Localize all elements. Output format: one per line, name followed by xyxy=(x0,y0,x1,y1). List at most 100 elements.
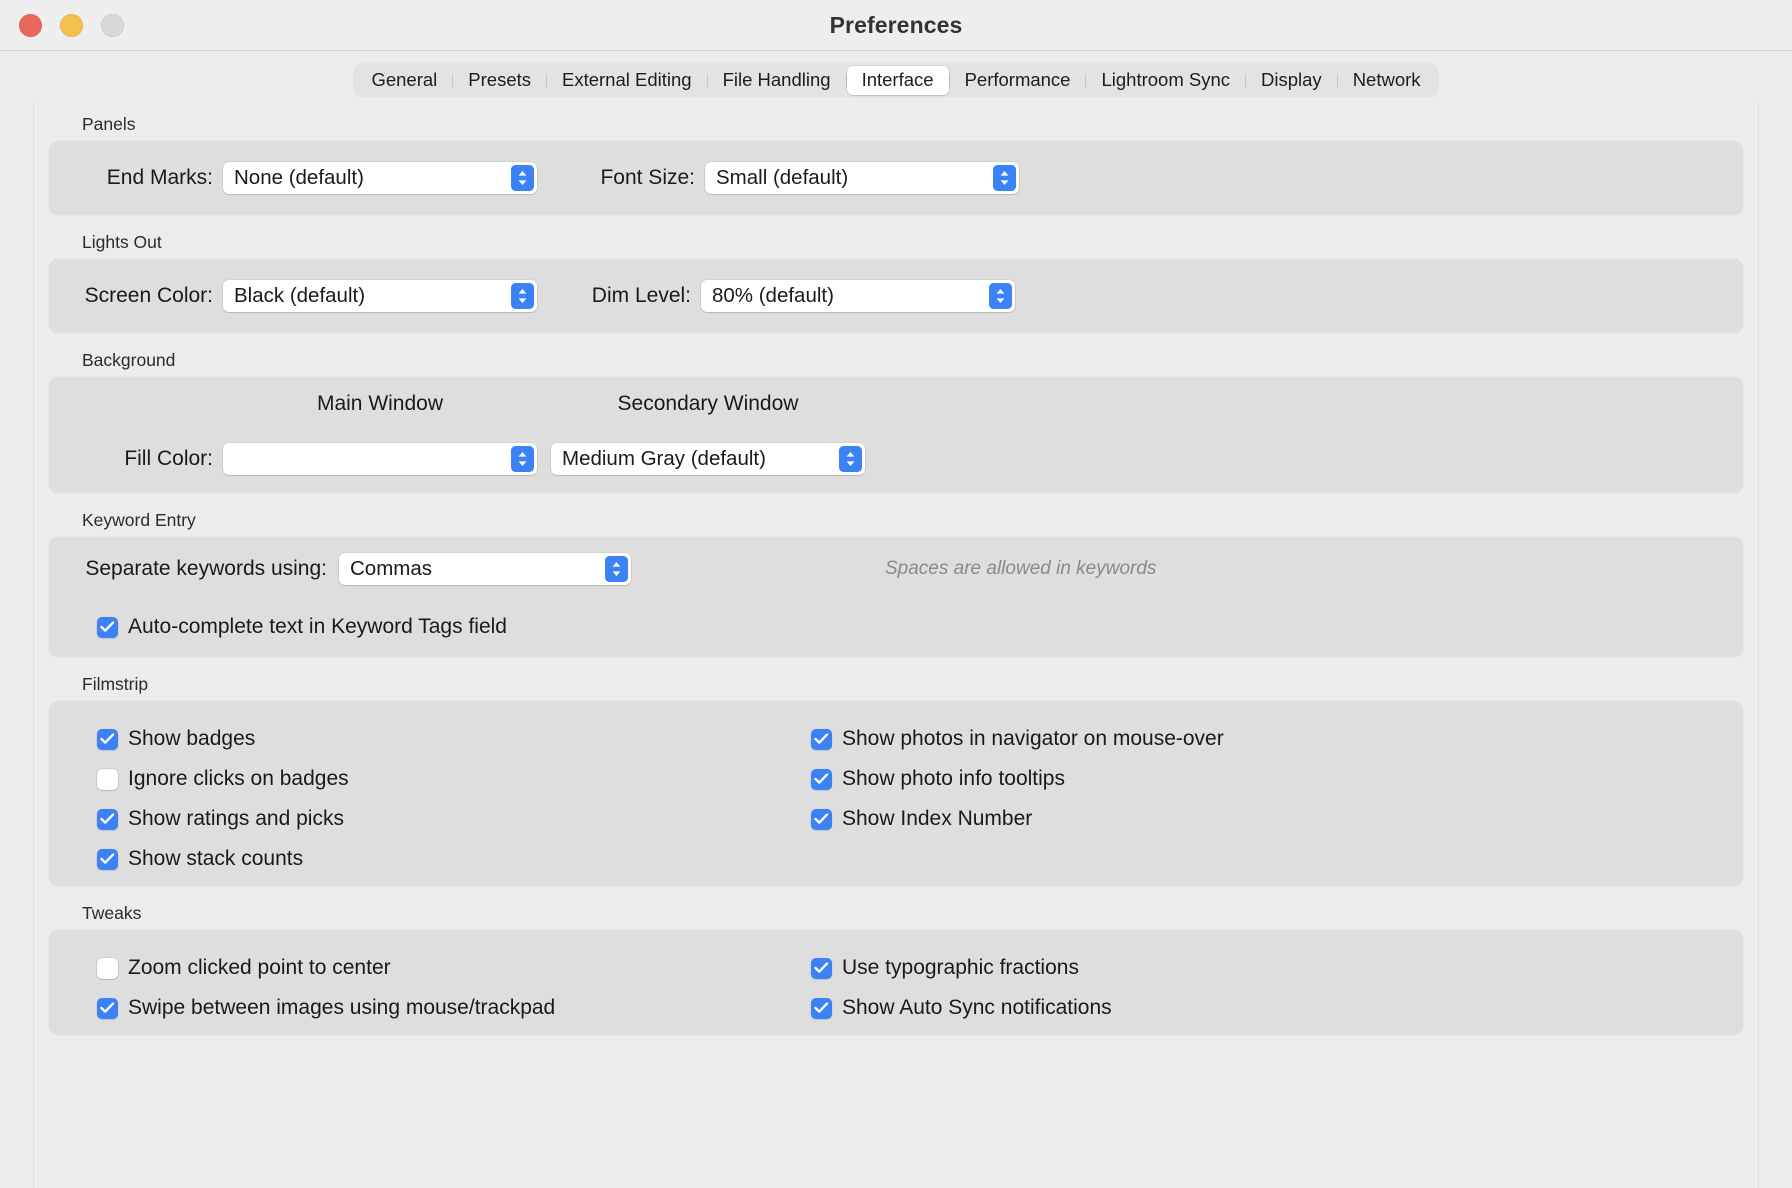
panel-lights-out: Screen Color: Black (default) Dim Level:… xyxy=(49,259,1743,333)
section-filmstrip: Filmstrip Show badges Ignore clicks on ba… xyxy=(49,663,1743,886)
checkbox-label: Swipe between images using mouse/trackpa… xyxy=(128,996,556,1019)
tab-interface[interactable]: Interface xyxy=(846,65,949,95)
checkbox-label: Use typographic fractions xyxy=(842,956,1079,979)
font-size-label: Font Size: xyxy=(600,166,695,189)
dim-level-select[interactable]: 80% (default) xyxy=(701,280,1015,312)
checkbox-row[interactable]: Show badges xyxy=(97,719,349,759)
section-title-background: Background xyxy=(82,350,176,370)
dim-level-label: Dim Level: xyxy=(591,284,691,307)
checkbox-label: Show stack counts xyxy=(128,847,304,870)
checkbox-label: Show photo info tooltips xyxy=(842,767,1065,790)
section-title-filmstrip: Filmstrip xyxy=(82,674,149,694)
chevron-updown-icon[interactable] xyxy=(511,283,534,309)
keyword-spaces-hint: Spaces are allowed in keywords xyxy=(885,558,1157,579)
main-window-fill-color-select[interactable] xyxy=(223,443,537,475)
preferences-content: Panels End Marks: None (default) Font Si… xyxy=(33,103,1759,1188)
font-size-value: Small (default) xyxy=(716,166,849,189)
chevron-updown-icon[interactable] xyxy=(839,446,862,472)
checkbox-row[interactable]: Show Index Number xyxy=(811,799,1224,839)
checkbox-label: Show photos in navigator on mouse-over xyxy=(842,727,1224,750)
checkbox-label: Show ratings and picks xyxy=(128,807,344,830)
checkbox-label: Zoom clicked point to center xyxy=(128,956,391,979)
checkbox-checked[interactable] xyxy=(811,728,832,750)
panel-filmstrip: Show badges Ignore clicks on badges Show r… xyxy=(49,701,1743,886)
separate-keywords-select[interactable]: Commas xyxy=(339,553,631,585)
screen-color-label: Screen Color: xyxy=(84,284,213,307)
maximize-window-button[interactable] xyxy=(101,13,124,37)
checkbox-label: Show badges xyxy=(128,727,256,750)
preferences-tabbar: General Presets External Editing File Handl… xyxy=(354,63,1438,97)
autocomplete-keyword-checkbox[interactable] xyxy=(97,616,118,638)
minimize-window-button[interactable] xyxy=(60,13,83,37)
tab-lightroom-sync[interactable]: Lightroom Sync xyxy=(1086,66,1245,95)
checkbox-checked[interactable] xyxy=(811,808,832,830)
preferences-tabbar-container: General Presets External Editing File Handl… xyxy=(0,51,1792,103)
checkbox-label: Ignore clicks on badges xyxy=(128,767,349,790)
section-title-tweaks: Tweaks xyxy=(82,903,142,923)
tab-general[interactable]: General xyxy=(356,66,452,95)
checkbox-checked[interactable] xyxy=(97,728,118,750)
section-keyword-entry: Keyword Entry Separate keywords using: C… xyxy=(49,499,1743,657)
end-marks-select[interactable]: None (default) xyxy=(223,162,537,194)
chevron-updown-icon[interactable] xyxy=(511,165,534,191)
checkbox-row[interactable]: Show ratings and picks xyxy=(97,799,349,839)
section-title-lights-out: Lights Out xyxy=(82,232,162,252)
font-size-select[interactable]: Small (default) xyxy=(705,162,1019,194)
fill-color-label: Fill Color: xyxy=(124,447,213,470)
secondary-window-fill-color-select[interactable]: Medium Gray (default) xyxy=(551,443,865,475)
chevron-updown-icon[interactable] xyxy=(993,165,1016,191)
separate-keywords-label: Separate keywords using: xyxy=(85,557,327,580)
panel-background: Main Window Secondary Window Fill Color:… xyxy=(49,377,1743,493)
section-title-panels: Panels xyxy=(82,114,136,134)
section-tweaks: Tweaks Zoom clicked point to center Swipe… xyxy=(49,892,1743,1035)
end-marks-label: End Marks: xyxy=(106,166,213,189)
window-controls xyxy=(19,13,124,37)
window-title: Preferences xyxy=(829,11,963,38)
section-title-keyword-entry: Keyword Entry xyxy=(82,510,196,530)
separate-keywords-value: Commas xyxy=(350,557,433,580)
tab-network[interactable]: Network xyxy=(1338,66,1436,95)
close-window-button[interactable] xyxy=(19,13,42,37)
autocomplete-keyword-checkbox-row[interactable]: Auto-complete text in Keyword Tags field xyxy=(97,615,507,639)
section-background: Background Main Window Secondary Window … xyxy=(49,339,1743,493)
checkbox-row[interactable]: Zoom clicked point to center xyxy=(97,948,555,988)
checkbox-row[interactable]: Show photo info tooltips xyxy=(811,759,1224,799)
checkbox-row[interactable]: Swipe between images using mouse/trackpa… xyxy=(97,988,555,1028)
checkbox-label: Show Auto Sync notifications xyxy=(842,996,1112,1019)
checkbox-row[interactable]: Show stack counts xyxy=(97,839,349,879)
checkbox-checked[interactable] xyxy=(97,808,118,830)
tab-performance[interactable]: Performance xyxy=(950,66,1086,95)
screen-color-select[interactable]: Black (default) xyxy=(223,280,537,312)
end-marks-value: None (default) xyxy=(234,166,364,189)
checkbox-unchecked[interactable] xyxy=(97,768,118,790)
panel-tweaks: Zoom clicked point to center Swipe betwee… xyxy=(49,930,1743,1035)
panel-keyword-entry: Separate keywords using: Commas Spaces a… xyxy=(49,537,1743,657)
main-window-column-header: Main Window xyxy=(316,392,444,415)
checkbox-checked[interactable] xyxy=(811,768,832,790)
checkbox-checked[interactable] xyxy=(811,957,832,979)
checkbox-checked[interactable] xyxy=(97,997,118,1019)
screen-color-value: Black (default) xyxy=(234,284,366,307)
checkbox-row[interactable]: Show Auto Sync notifications xyxy=(811,988,1112,1028)
checkbox-row[interactable]: Use typographic fractions xyxy=(811,948,1112,988)
checkbox-checked[interactable] xyxy=(97,848,118,870)
dim-level-value: 80% (default) xyxy=(712,284,834,307)
autocomplete-keyword-label: Auto-complete text in Keyword Tags field xyxy=(128,615,507,638)
tab-external-editing[interactable]: External Editing xyxy=(547,66,707,95)
checkbox-unchecked[interactable] xyxy=(97,957,118,979)
secondary-window-fill-color-value: Medium Gray (default) xyxy=(562,447,766,470)
tab-presets[interactable]: Presets xyxy=(453,66,546,95)
window-titlebar: Preferences xyxy=(0,0,1792,51)
section-panels: Panels End Marks: None (default) Font Si… xyxy=(49,103,1743,215)
chevron-updown-icon[interactable] xyxy=(989,283,1012,309)
chevron-updown-icon[interactable] xyxy=(605,556,628,582)
chevron-updown-icon[interactable] xyxy=(511,446,534,472)
tab-display[interactable]: Display xyxy=(1246,66,1337,95)
tab-file-handling[interactable]: File Handling xyxy=(708,66,846,95)
section-lights-out: Lights Out Screen Color: Black (default)… xyxy=(49,221,1743,333)
checkbox-row[interactable]: Ignore clicks on badges xyxy=(97,759,349,799)
secondary-window-column-header: Secondary Window xyxy=(617,392,799,415)
checkbox-checked[interactable] xyxy=(811,997,832,1019)
checkbox-label: Show Index Number xyxy=(842,807,1033,830)
checkbox-row[interactable]: Show photos in navigator on mouse-over xyxy=(811,719,1224,759)
